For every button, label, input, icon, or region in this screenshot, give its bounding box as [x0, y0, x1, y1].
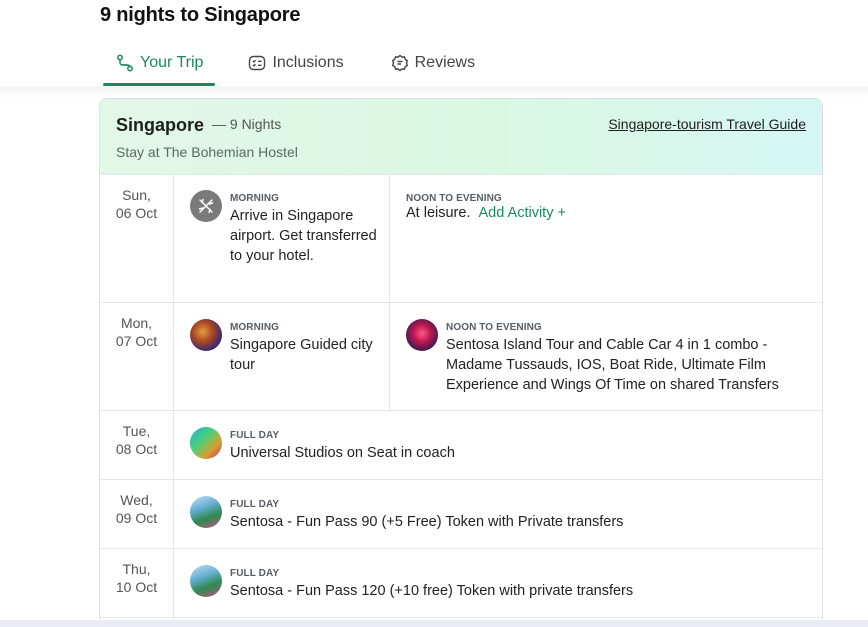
stay-info: Stay at The Bohemian Hostel — [116, 144, 298, 160]
slot-label: MORNING — [230, 322, 280, 333]
slot-text: Singapore Guided city tour — [230, 337, 373, 373]
tab-reviews[interactable]: Reviews — [390, 40, 475, 86]
leisure-text: At leisure. — [406, 205, 471, 221]
review-badge-icon — [390, 53, 410, 73]
date-cell: Tue, 08 Oct — [100, 411, 174, 480]
itinerary-row: Wed, 09 Oct FULL DAY Sentosa - Fun Pass … — [100, 479, 822, 549]
destination-city: Singapore — [116, 115, 205, 135]
sentosa-fun-pass-thumbnail — [190, 496, 222, 528]
add-activity-label: Add Activity — [478, 205, 554, 221]
route-icon — [115, 53, 135, 73]
slot-label: FULL DAY — [230, 568, 280, 579]
morning-slot[interactable]: MORNING Singapore Guided city tour — [174, 303, 390, 411]
travel-guide-link[interactable]: Singapore-tourism Travel Guide — [608, 116, 806, 132]
page-title: 9 nights to Singapore — [100, 4, 301, 26]
slot-text: Arrive in Singapore airport. Get transfe… — [230, 208, 377, 264]
date-cell: Wed, 09 Oct — [100, 480, 174, 549]
date-cell: Thu, 10 Oct — [100, 549, 174, 618]
date-cell: Mon, 07 Oct — [100, 303, 174, 411]
slot-text-wrap: At leisure. Add Activity + — [406, 203, 566, 223]
itinerary-row: Mon, 07 Oct MORNING Singapore Guided cit… — [100, 302, 822, 411]
sentosa-fun-pass-thumbnail — [190, 565, 222, 597]
slot-text: Sentosa - Fun Pass 120 (+10 free) Token … — [230, 583, 634, 599]
slot-text: Sentosa - Fun Pass 90 (+5 Free) Token wi… — [230, 514, 624, 530]
tab-label: Your Trip — [140, 54, 204, 71]
day-name: Sun, — [122, 187, 151, 203]
itinerary-row: Thu, 10 Oct FULL DAY Sentosa - Fun Pass … — [100, 548, 822, 618]
day-name: Tue, — [122, 423, 151, 439]
slot-label: FULL DAY — [230, 499, 280, 510]
destination-header: Singapore — 9 Nights Stay at The Bohemia… — [100, 99, 822, 174]
slot-label: NOON TO EVENING — [446, 322, 542, 333]
day-name: Mon, — [120, 315, 153, 331]
tab-label: Reviews — [414, 54, 476, 71]
itinerary-row: Sun, 06 Oct MORNING Arrive in Singapore … — [100, 174, 822, 303]
evening-slot[interactable]: NOON TO EVENING Sentosa Island Tour and … — [390, 303, 822, 411]
slot-label: MORNING — [230, 193, 280, 204]
plus-icon: + — [557, 205, 566, 221]
day-date: 09 Oct — [115, 510, 158, 526]
destination-card: Singapore — 9 Nights Stay at The Bohemia… — [99, 98, 823, 627]
full-day-slot[interactable]: FULL DAY Sentosa - Fun Pass 120 (+10 fre… — [174, 549, 822, 618]
tab-label: Inclusions — [272, 54, 344, 71]
tab-bar-shadow — [0, 86, 868, 98]
slot-text: Universal Studios on Seat in coach — [230, 445, 455, 461]
day-name: Thu, — [122, 561, 151, 577]
city-tour-thumbnail — [190, 319, 222, 351]
day-name: Wed, — [120, 492, 153, 508]
tab-your-trip[interactable]: Your Trip — [88, 40, 216, 86]
itinerary-row: Tue, 08 Oct FULL DAY Universal Studios o… — [100, 410, 822, 480]
add-activity-button[interactable]: Add Activity + — [479, 205, 566, 221]
airport-transfer-icon — [190, 190, 222, 222]
day-date: 06 Oct — [115, 205, 158, 221]
morning-slot[interactable]: MORNING Arrive in Singapore airport. Get… — [174, 175, 390, 303]
date-cell: Sun, 06 Oct — [100, 175, 174, 303]
evening-slot: NOON TO EVENING At leisure. Add Activity… — [390, 175, 822, 303]
sentosa-tour-thumbnail — [406, 319, 438, 351]
universal-studios-thumbnail — [190, 427, 222, 459]
checklist-icon — [247, 53, 267, 73]
tab-inclusions[interactable]: Inclusions — [247, 40, 344, 86]
slot-text: Sentosa Island Tour and Cable Car 4 in 1… — [446, 337, 779, 393]
day-date: 10 Oct — [115, 579, 158, 595]
day-date: 08 Oct — [115, 441, 158, 457]
tab-bar: Your Trip Inclusions Reviews — [100, 40, 521, 86]
destination-nights: — 9 Nights — [212, 116, 282, 132]
bottom-scroll-edge — [0, 620, 868, 627]
full-day-slot[interactable]: FULL DAY Sentosa - Fun Pass 90 (+5 Free)… — [174, 480, 822, 549]
full-day-slot[interactable]: FULL DAY Universal Studios on Seat in co… — [174, 411, 822, 480]
slot-label: FULL DAY — [230, 430, 280, 441]
day-date: 07 Oct — [115, 333, 158, 349]
